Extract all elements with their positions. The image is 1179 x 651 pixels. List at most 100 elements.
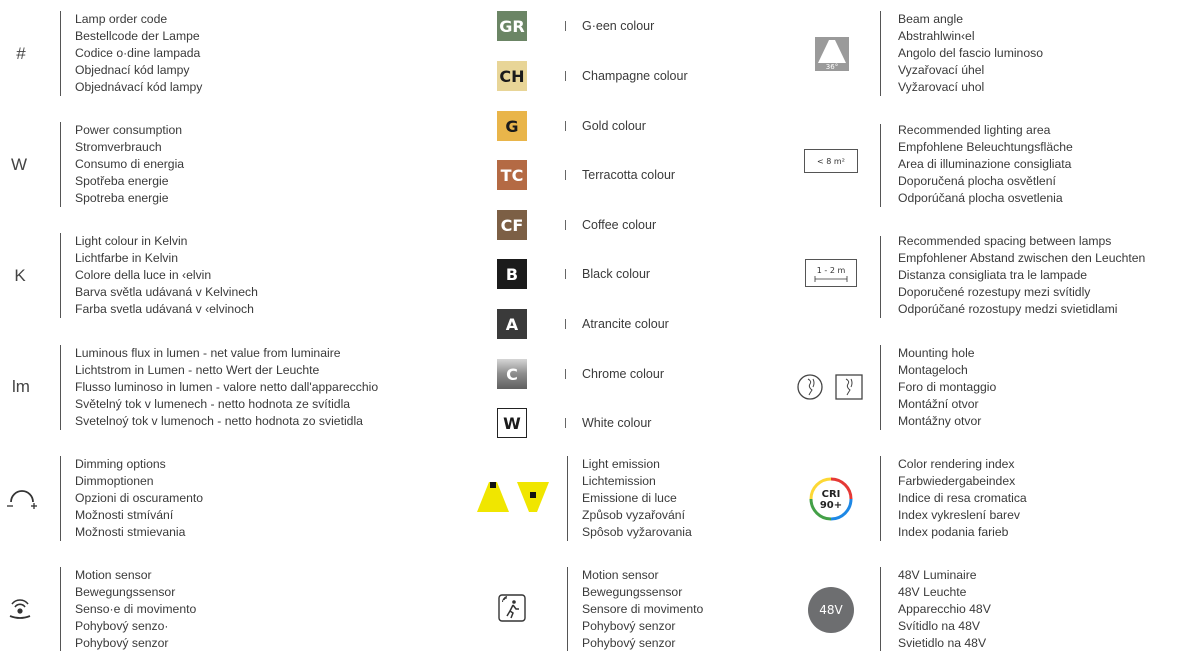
text-line: Recommended spacing between lamps (898, 234, 1112, 248)
beam-text: Beam angle Abstrahlwin‹el Angolo del fas… (898, 11, 1043, 95)
text-line: Montážní otvor (898, 396, 979, 411)
text-line: Doporučená plocha osvětlení (898, 173, 1056, 188)
text-line: Způsob vyzařování (582, 507, 685, 522)
divider (60, 233, 61, 318)
text-line: Apparecchio 48V (898, 601, 991, 616)
lumen-icon: lm (12, 377, 30, 396)
divider (565, 170, 566, 180)
divider (880, 236, 881, 318)
divider (880, 345, 881, 430)
motion-sensor-person-icon (497, 593, 527, 623)
text-line: Pohybový senzor (75, 635, 169, 650)
emission-text: Light emission Lichtemission Emissione d… (582, 456, 692, 540)
text-line: Bestellcode der Lampe (75, 28, 200, 43)
divider (565, 369, 566, 379)
text-line: Spotřeba energie (75, 173, 169, 188)
text-line: Pohybový senzo· (75, 618, 169, 633)
colour-swatch: GR (497, 11, 527, 41)
text-line: Možnosti stmívání (75, 507, 174, 522)
text-line: Svítidlo na 48V (898, 618, 980, 633)
text-line: Bewegungssensor (75, 584, 176, 599)
text-line: Mounting hole (898, 346, 975, 360)
text-line: Recommended lighting area (898, 123, 1051, 137)
divider (565, 121, 566, 131)
hash-icon: # (16, 44, 26, 63)
order-code-symbol: # (8, 44, 34, 64)
kelvin-text: Light colour in Kelvin Lichtfarbe in Kel… (75, 233, 258, 317)
text-line: Montážny otvor (898, 413, 982, 428)
colour-name: Coffee colour (582, 218, 657, 232)
kelvin-symbol: K (7, 266, 33, 286)
text-line: Lichtemission (582, 473, 656, 488)
colour-name: G·een colour (582, 19, 655, 33)
text-line: Index vykreslení barev (898, 507, 1020, 522)
v48-text: 48V Luminaire 48V Leuchte Apparecchio 48… (898, 567, 991, 651)
text-line: Svietidlo na 48V (898, 635, 987, 650)
text-line: Colore della luce in ‹elvin (75, 267, 212, 282)
colour-name: Champagne colour (582, 69, 688, 83)
dimming-icon-graphic (7, 490, 37, 509)
text-line: Opzioni di oscuramento (75, 490, 204, 505)
spacing-text: Recommended spacing between lamps Empfoh… (898, 233, 1145, 317)
colour-name: Black colour (582, 267, 651, 281)
text-line: Svetelnoý tok v lumenoch - netto hodnota… (75, 413, 363, 428)
divider (60, 567, 61, 651)
divider (880, 11, 881, 96)
text-line: Dimming options (75, 457, 166, 471)
power-symbol: W (6, 155, 32, 175)
text-line: Spôsob vyžarovania (582, 524, 692, 539)
48v-badge: 48V (808, 587, 854, 633)
beam-angle-icon: 36° (814, 36, 850, 72)
text-line: Distanza consigliata tra le lampade (898, 267, 1088, 282)
text-line: Pohybový senzor (582, 635, 676, 650)
motion-person-graphic (498, 594, 526, 622)
cri-icon: CRI 90+ (808, 476, 854, 522)
divider (567, 456, 568, 541)
text-line: Pohybový senzor (582, 618, 676, 633)
light-emission-icon (477, 478, 549, 516)
mounting-hole-graphic (797, 374, 863, 400)
text-line: Bewegungssensor (582, 584, 683, 599)
text-line: Empfohlene Beleuchtungsfläche (898, 139, 1073, 154)
text-line: Area di illuminazione consigliata (898, 156, 1072, 171)
lumen-text: Luminous flux in lumen - net value from … (75, 345, 378, 429)
text-line: Světelný tok v lumenech - netto hodnota … (75, 396, 351, 411)
divider (880, 456, 881, 541)
text-line: Sensore di movimento (582, 601, 704, 616)
text-line: Foro di montaggio (898, 379, 997, 394)
divider (565, 71, 566, 81)
text-line: Emissione di luce (582, 490, 677, 505)
divider (565, 269, 566, 279)
text-line: Barva světla udávaná v Kelvinech (75, 284, 258, 299)
beam-angle-graphic: 36° (815, 37, 849, 71)
text-line: Objednávací kód lampy (75, 79, 203, 94)
colour-swatch: G (497, 111, 527, 141)
motion-text-middle: Motion sensor Bewegungssensor Sensore di… (582, 567, 703, 651)
colour-swatch: A (497, 309, 527, 339)
text-line: Motion sensor (582, 568, 659, 582)
divider (60, 456, 61, 541)
text-line: Empfohlener Abstand zwischen den Leuchte… (898, 250, 1146, 265)
lighting-area-box: < 8 m² (804, 149, 858, 173)
text-line: Lichtfarbe in Kelvin (75, 250, 178, 265)
kelvin-icon: K (14, 266, 26, 285)
text-line: Power consumption (75, 123, 183, 137)
text-line: Spotreba energie (75, 190, 169, 205)
text-line: Možnosti stmievania (75, 524, 186, 539)
text-line: Consumo di energia (75, 156, 185, 171)
spacing-value: 1 - 2 m (817, 266, 846, 275)
order-code-text: Lamp order code Bestellcode der Lampe Co… (75, 11, 202, 95)
power-text: Power consumption Stromverbrauch Consumo… (75, 122, 184, 206)
mounting-text: Mounting hole Montageloch Foro di montag… (898, 345, 996, 429)
cri-label: CRI (822, 489, 841, 500)
beam-angle-value: 36° (826, 63, 838, 71)
lumen-symbol: lm (6, 377, 36, 397)
divider (565, 319, 566, 329)
text-line: Vyzařovací úhel (898, 62, 985, 77)
text-line: 48V Leuchte (898, 584, 967, 599)
divider (565, 220, 566, 230)
divider (60, 122, 61, 207)
colour-name: Terracotta colour (582, 168, 676, 182)
colour-name: Atrancite colour (582, 317, 669, 331)
text-line: Color rendering index (898, 457, 1015, 471)
